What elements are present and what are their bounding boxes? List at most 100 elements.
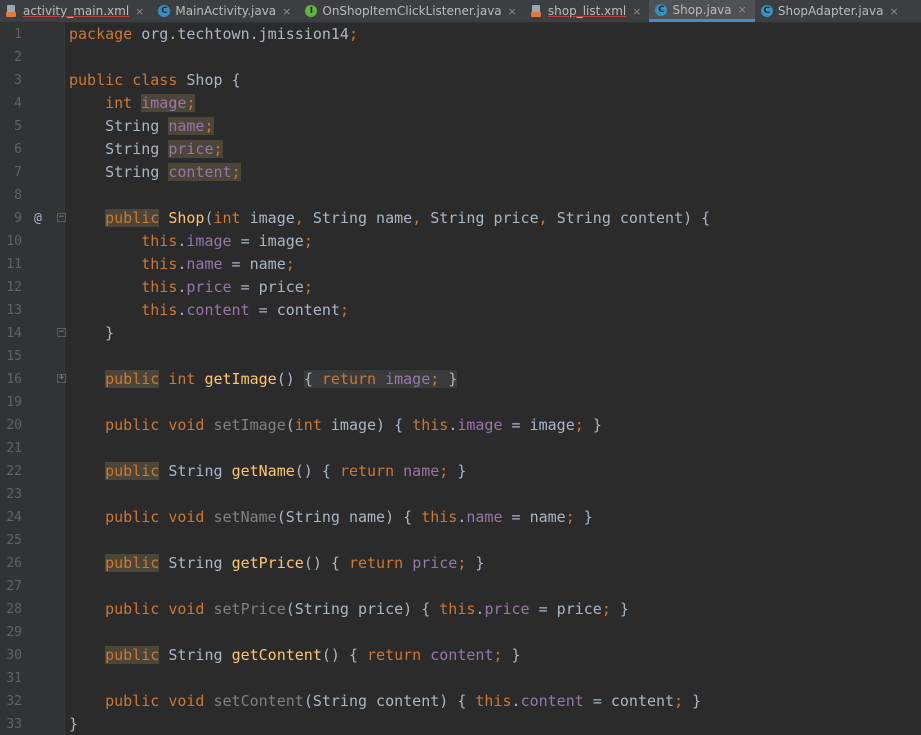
code-line: 1 package org.techtown.jmission14; <box>0 23 921 46</box>
code-token: Shop { <box>186 71 241 89</box>
code-token: = price <box>529 600 602 618</box>
code-token: ; <box>186 94 196 112</box>
code-token: public <box>105 370 160 388</box>
code-line: 14 − } <box>0 322 921 345</box>
code-token: int <box>105 94 142 112</box>
code-text: String price; <box>69 138 223 161</box>
tab-shop-java[interactable]: C Shop.java × <box>649 0 755 22</box>
line-number: 5 <box>14 119 22 134</box>
code-token: getContent <box>231 646 322 664</box>
code-token: package <box>69 25 142 43</box>
code-token: } <box>448 370 458 388</box>
code-text: int image; <box>69 92 196 115</box>
tab-mainactivity-java[interactable]: C MainActivity.java × <box>152 0 299 22</box>
code-text: package org.techtown.jmission14; <box>69 23 358 46</box>
code-token: ; <box>674 692 693 710</box>
tab-shop-list-xml[interactable]: shop_list.xml × <box>525 0 650 22</box>
code-token: name <box>168 117 205 135</box>
code-token: ; <box>285 255 295 273</box>
tab-activity-main-xml[interactable]: activity_main.xml × <box>0 0 152 22</box>
code-token: return <box>321 370 386 388</box>
code-token: price <box>186 278 232 296</box>
code-line: 2 <box>0 46 921 69</box>
code-line: 9 @ − public Shop(int image, String name, … <box>0 207 921 230</box>
code-token: getImage <box>204 370 277 388</box>
code-line: 31 <box>0 667 921 690</box>
code-token: ; <box>231 163 241 181</box>
code-token: } <box>457 462 467 480</box>
code-line: 3 public class Shop { <box>0 69 921 92</box>
close-tab-icon[interactable]: × <box>135 5 144 18</box>
code-editor[interactable]: 1 package org.techtown.jmission14; 2 3 publi… <box>0 23 921 735</box>
code-token: price <box>484 600 530 618</box>
code-token: String <box>159 554 232 572</box>
code-token: } <box>592 416 602 434</box>
code-token: = content <box>249 301 340 319</box>
fold-toggle-icon[interactable]: − <box>57 213 66 222</box>
code-token: String price <box>430 209 539 227</box>
tab-onshopitemclicklistener-java[interactable]: I OnShopItemClickListener.java × <box>299 0 525 22</box>
line-number: 7 <box>14 165 22 180</box>
code-token: this <box>141 278 178 296</box>
fold-toggle-icon[interactable]: + <box>57 374 66 383</box>
code-token: , <box>294 209 313 227</box>
code-token: String <box>69 117 169 135</box>
code-line: 16 + public int getImage() { return image… <box>0 368 921 391</box>
code-token: = image <box>502 416 575 434</box>
code-token: name <box>466 508 503 526</box>
code-token: ; <box>339 301 349 319</box>
code-token: price <box>168 140 214 158</box>
code-token: } <box>69 324 115 342</box>
code-token: String <box>69 140 169 158</box>
close-tab-icon[interactable]: × <box>890 5 899 18</box>
code-token: this <box>412 416 449 434</box>
tab-label: activity_main.xml <box>23 4 130 18</box>
code-token: ; <box>439 462 458 480</box>
code-text: this.name = name; <box>69 253 295 276</box>
code-token: String name <box>312 209 413 227</box>
close-tab-icon[interactable]: × <box>508 5 517 18</box>
tab-shopadapter-java[interactable]: C ShopAdapter.java × <box>755 0 907 22</box>
close-tab-icon[interactable]: × <box>632 5 641 18</box>
code-line: 13 this.content = content; <box>0 299 921 322</box>
line-number: 32 <box>6 694 22 709</box>
code-text: String name; <box>69 115 214 138</box>
code-token: content <box>520 692 584 710</box>
code-text: public Shop(int image, String name, Stri… <box>69 207 710 230</box>
code-token: price <box>412 554 458 572</box>
code-token: = content <box>583 692 675 710</box>
fold-toggle-icon[interactable]: − <box>57 328 66 337</box>
close-tab-icon[interactable]: × <box>738 3 747 16</box>
line-number: 15 <box>6 349 22 364</box>
code-line: 24 public void setName(String name) { th… <box>0 506 921 529</box>
tab-label: shop_list.xml <box>547 4 627 18</box>
line-number: 20 <box>6 418 22 433</box>
close-tab-icon[interactable]: × <box>282 5 291 18</box>
code-token: = image <box>231 232 304 250</box>
code-token: public class <box>69 71 187 89</box>
line-number: 33 <box>6 717 22 732</box>
code-token: int <box>213 209 250 227</box>
code-token: int <box>159 370 205 388</box>
code-text: } <box>69 713 78 735</box>
code-token: () { <box>321 646 368 664</box>
code-line: 30 public String getContent() { return c… <box>0 644 921 667</box>
code-token: this <box>141 232 178 250</box>
line-number: 16 <box>6 372 22 387</box>
line-number: 2 <box>14 50 22 65</box>
code-token: this <box>475 692 512 710</box>
line-number: 24 <box>6 510 22 525</box>
code-token: org.techtown.jmission14 <box>141 25 349 43</box>
java-class-icon: C <box>655 3 668 16</box>
code-token: } <box>583 508 593 526</box>
code-token: () { <box>294 462 340 480</box>
line-number: 1 <box>14 27 22 42</box>
code-token: ( <box>204 209 214 227</box>
line-number: 25 <box>6 533 22 548</box>
code-token: return <box>339 462 404 480</box>
